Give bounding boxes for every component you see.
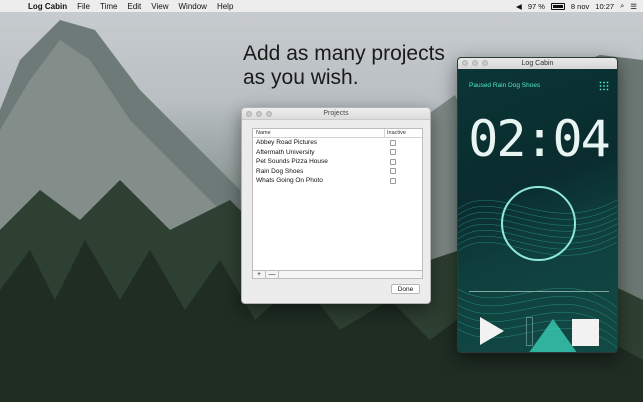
table-row[interactable]: Pet Sounds Pizza House	[253, 157, 422, 167]
menu-app-name[interactable]: Log Cabin	[28, 2, 67, 11]
pause-icon[interactable]	[526, 317, 533, 346]
projects-window: Projects Name Inactive Abbey Road Pictur…	[241, 107, 431, 304]
inactive-checkbox[interactable]	[390, 149, 396, 156]
table-row[interactable]: Aftermath University	[253, 148, 422, 158]
clock-time[interactable]: 10:27	[595, 2, 614, 11]
menu-time[interactable]: Time	[100, 2, 117, 11]
menu-help[interactable]: Help	[217, 2, 233, 11]
inactive-checkbox[interactable]	[390, 168, 396, 175]
menu-file[interactable]: File	[77, 2, 90, 11]
project-name[interactable]: Rain Dog Shoes	[253, 168, 385, 175]
project-name[interactable]: Whats Going On Photo	[253, 177, 385, 184]
timer-panel: Paused Rain Dog Shoes 02:04	[458, 69, 617, 352]
projects-table: Name Inactive Abbey Road Pictures Afterm…	[252, 128, 423, 278]
battery-icon[interactable]	[550, 2, 565, 10]
column-header-inactive[interactable]: Inactive	[385, 129, 406, 137]
remove-project-button[interactable]: —	[266, 271, 279, 279]
projects-titlebar[interactable]: Projects	[242, 108, 430, 120]
divider	[469, 291, 609, 292]
timer-display: 02:04	[468, 110, 611, 168]
volume-icon[interactable]: ◀︎	[516, 2, 522, 11]
menu-list-icon[interactable]: ☰	[630, 2, 637, 11]
table-row[interactable]: Abbey Road Pictures	[253, 138, 422, 148]
headline: Add as many projects as you wish.	[243, 42, 445, 90]
headline-line-1: Add as many projects	[243, 42, 445, 65]
menu-bar: Log Cabin File Time Edit View Window Hel…	[0, 0, 643, 12]
zoom-icon[interactable]	[266, 111, 272, 117]
log-cabin-titlebar[interactable]: Log Cabin	[458, 58, 617, 69]
table-header: Name Inactive	[253, 129, 422, 138]
timer-status: Paused Rain Dog Shoes	[469, 82, 541, 89]
menu-view[interactable]: View	[151, 2, 168, 11]
table-row[interactable]: Rain Dog Shoes	[253, 167, 422, 177]
minimize-icon[interactable]	[256, 111, 262, 117]
project-name[interactable]: Aftermath University	[253, 149, 385, 156]
search-icon[interactable]: ⌕	[620, 1, 624, 11]
project-name[interactable]: Pet Sounds Pizza House	[253, 158, 385, 165]
project-name[interactable]: Abbey Road Pictures	[253, 139, 385, 146]
inactive-checkbox[interactable]	[390, 139, 396, 146]
menu-window[interactable]: Window	[178, 2, 206, 11]
play-icon[interactable]	[480, 317, 504, 345]
add-project-button[interactable]: +	[253, 271, 266, 279]
minimize-icon[interactable]	[472, 60, 478, 66]
close-icon[interactable]	[246, 111, 252, 117]
inactive-checkbox[interactable]	[390, 177, 396, 184]
headline-line-2: as you wish.	[243, 66, 359, 89]
table-row[interactable]: Whats Going On Photo	[253, 176, 422, 186]
menu-edit[interactable]: Edit	[127, 2, 141, 11]
done-button[interactable]: Done	[391, 284, 420, 294]
grid-menu-icon[interactable]	[599, 81, 609, 91]
stop-icon[interactable]	[572, 319, 599, 346]
inactive-checkbox[interactable]	[390, 158, 396, 165]
zoom-icon[interactable]	[482, 60, 488, 66]
table-toolbar: + —	[252, 270, 423, 279]
status-area: ︎ ◀︎ 97 % 8 nov 10:27 ⌕ ☰	[510, 0, 637, 12]
clock-date[interactable]: 8 nov	[571, 2, 589, 11]
column-header-name[interactable]: Name	[253, 129, 385, 137]
log-cabin-window: Log Cabin Paused Rain Dog Shoes 02:04	[457, 57, 618, 353]
battery-percent[interactable]: 97 %	[528, 2, 545, 11]
close-icon[interactable]	[462, 60, 468, 66]
progress-ring[interactable]	[501, 186, 576, 261]
